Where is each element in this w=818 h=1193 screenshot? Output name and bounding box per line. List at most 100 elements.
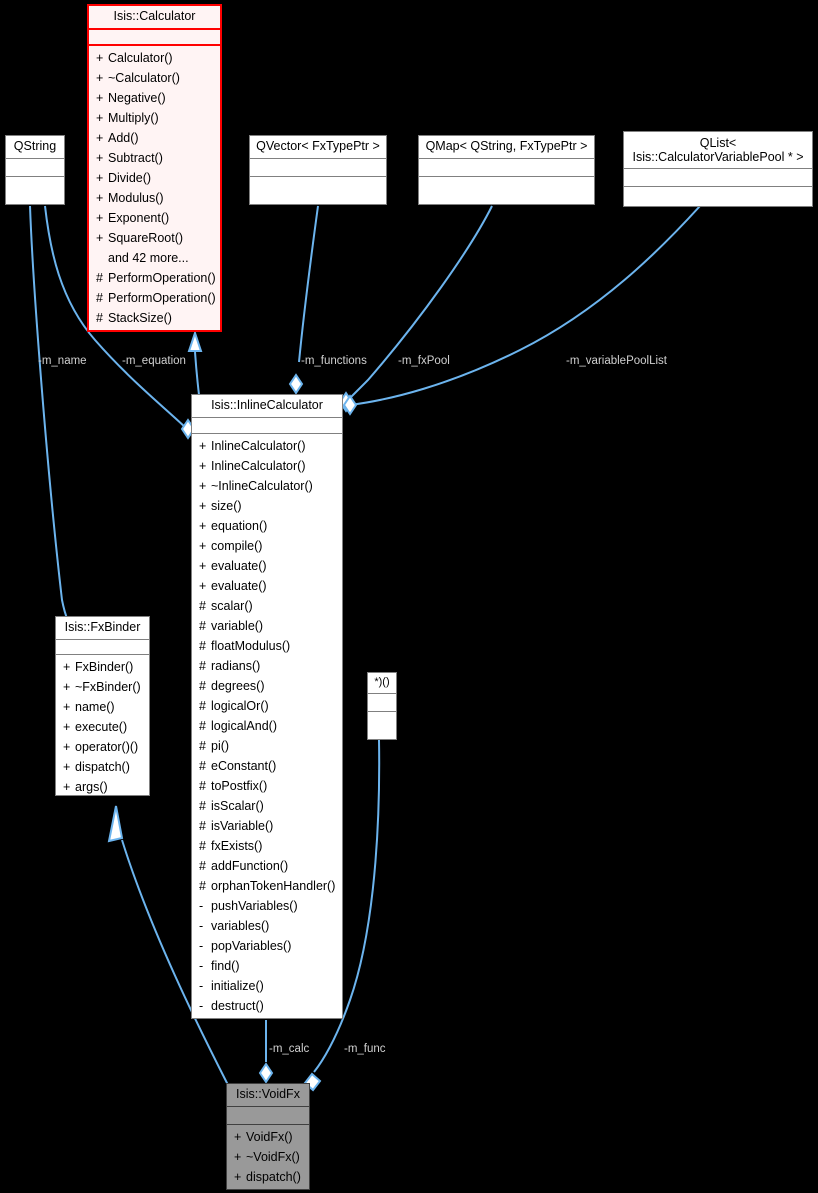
operation-label: evaluate() bbox=[211, 559, 267, 573]
visibility-marker: # bbox=[96, 311, 103, 325]
operation-label: scalar() bbox=[211, 599, 253, 613]
class-title-qmap-qstring-fxtypeptr: QMap< QString, FxTypePtr > bbox=[419, 136, 594, 159]
visibility-marker: # bbox=[199, 719, 206, 733]
class-operation-row: + Modulus() bbox=[89, 188, 220, 208]
class-title-qlist-calculatorvariablepool: QList< Isis::CalculatorVariablePool * > bbox=[624, 132, 812, 169]
visibility-marker: # bbox=[96, 291, 103, 305]
edge-label-m-variablepoollist: -m_variablePoolList bbox=[566, 355, 667, 367]
class-operation-row: + Calculator() bbox=[89, 48, 220, 68]
visibility-marker: + bbox=[96, 191, 104, 205]
operation-label: ~Calculator() bbox=[108, 71, 180, 85]
visibility-marker: # bbox=[96, 271, 103, 285]
class-node-qlist-calculatorvariablepool[interactable]: QList< Isis::CalculatorVariablePool * > bbox=[623, 131, 813, 207]
class-operation-row: # addFunction() bbox=[192, 856, 342, 876]
operation-label: isVariable() bbox=[211, 819, 274, 833]
inheritance-arrow-fxbinder bbox=[107, 805, 124, 843]
operation-label: orphanTokenHandler() bbox=[211, 879, 336, 893]
operation-label: fxExists() bbox=[211, 839, 263, 853]
class-operation-row: # toPostfix() bbox=[192, 776, 342, 796]
class-operations-isis-inlinecalculator: + InlineCalculator() + InlineCalculator() + ~… bbox=[192, 434, 342, 1018]
visibility-marker: # bbox=[199, 699, 206, 713]
class-operation-row: # eConstant() bbox=[192, 756, 342, 776]
class-operation-row: + equation() bbox=[192, 516, 342, 536]
visibility-marker: - bbox=[199, 979, 204, 993]
operation-label: addFunction() bbox=[211, 859, 289, 873]
operation-label: ~VoidFx() bbox=[246, 1150, 300, 1164]
operation-label: isScalar() bbox=[211, 799, 264, 813]
operation-label: StackSize() bbox=[108, 311, 172, 325]
class-operation-row: # scalar() bbox=[192, 596, 342, 616]
visibility-marker: # bbox=[199, 679, 206, 693]
class-operation-row: # floatModulus() bbox=[192, 636, 342, 656]
visibility-marker: + bbox=[96, 171, 104, 185]
operation-label: ~FxBinder() bbox=[75, 680, 141, 694]
operation-label: Negative() bbox=[108, 91, 166, 105]
visibility-marker: # bbox=[199, 639, 206, 653]
edge-label-m-name: -m_name bbox=[38, 355, 87, 367]
class-operation-row: and 42 more... bbox=[89, 248, 220, 268]
class-node-isis-calculator[interactable]: Isis::Calculator + Calculator() + ~Calculat… bbox=[87, 4, 222, 332]
class-node-qmap-qstring-fxtypeptr[interactable]: QMap< QString, FxTypePtr > bbox=[418, 135, 595, 205]
class-node-isis-voidfx[interactable]: Isis::VoidFx + VoidFx() + ~VoidFx() + dispatc… bbox=[226, 1083, 310, 1190]
operation-label: radians() bbox=[211, 659, 261, 673]
visibility-marker: # bbox=[199, 659, 206, 673]
operation-label: size() bbox=[211, 499, 242, 513]
class-operation-row: # orphanTokenHandler() bbox=[192, 876, 342, 896]
operation-label: find() bbox=[211, 959, 240, 973]
visibility-marker: # bbox=[199, 739, 206, 753]
visibility-marker: # bbox=[199, 779, 206, 793]
class-operation-row: + Exponent() bbox=[89, 208, 220, 228]
operation-label: logicalAnd() bbox=[211, 719, 278, 733]
aggregation-diamond-m_functions bbox=[288, 373, 304, 395]
visibility-marker: + bbox=[96, 211, 104, 225]
class-node-qvector-fxtypeptr[interactable]: QVector< FxTypePtr > bbox=[249, 135, 387, 205]
class-operation-row: + args() bbox=[56, 777, 149, 797]
visibility-marker: + bbox=[199, 479, 207, 493]
class-operation-row: + operator()() bbox=[56, 737, 149, 757]
class-attributes-isis-fxbinder bbox=[56, 640, 149, 655]
class-title-qstring: QString bbox=[6, 136, 64, 159]
visibility-marker: + bbox=[199, 559, 207, 573]
class-operation-row: + Subtract() bbox=[89, 148, 220, 168]
class-node-isis-inlinecalculator[interactable]: Isis::InlineCalculator + InlineCalculator… bbox=[191, 394, 343, 1019]
operation-label: Divide() bbox=[108, 171, 152, 185]
operation-label: pi() bbox=[211, 739, 230, 753]
operation-label: eConstant() bbox=[211, 759, 277, 773]
visibility-marker: + bbox=[63, 760, 71, 774]
class-operations-function-pointer bbox=[368, 712, 396, 739]
uml-class-diagram: -m_name -m_equation -m_functions -m_fxPo… bbox=[0, 0, 818, 1193]
inheritance-arrow-calculator bbox=[187, 329, 203, 352]
visibility-marker: + bbox=[96, 131, 104, 145]
visibility-marker: + bbox=[96, 51, 104, 65]
visibility-marker: # bbox=[199, 879, 206, 893]
visibility-marker: # bbox=[199, 759, 206, 773]
class-operation-row: - popVariables() bbox=[192, 936, 342, 956]
class-attributes-isis-calculator bbox=[89, 30, 220, 46]
visibility-marker: + bbox=[63, 720, 71, 734]
visibility-marker: - bbox=[199, 959, 204, 973]
visibility-marker: + bbox=[96, 111, 104, 125]
operation-label: variable() bbox=[211, 619, 264, 633]
class-node-isis-fxbinder[interactable]: Isis::FxBinder + FxBinder() + ~FxBinder() + n… bbox=[55, 616, 150, 796]
class-node-qstring[interactable]: QString bbox=[5, 135, 65, 205]
visibility-marker: - bbox=[199, 999, 204, 1013]
class-operation-row: + evaluate() bbox=[192, 576, 342, 596]
visibility-marker: # bbox=[199, 819, 206, 833]
class-operation-row: # isScalar() bbox=[192, 796, 342, 816]
class-title-isis-voidfx: Isis::VoidFx bbox=[227, 1084, 309, 1107]
operation-label: Add() bbox=[108, 131, 139, 145]
operation-label: operator()() bbox=[75, 740, 139, 754]
operation-label: degrees() bbox=[211, 679, 265, 693]
operation-label: destruct() bbox=[211, 999, 264, 1013]
visibility-marker: + bbox=[96, 151, 104, 165]
class-operation-row: + evaluate() bbox=[192, 556, 342, 576]
edge-label-m-func: -m_func bbox=[344, 1043, 386, 1055]
operation-label: FxBinder() bbox=[75, 660, 134, 674]
class-node-function-pointer[interactable]: *)() bbox=[367, 672, 397, 740]
visibility-marker: + bbox=[63, 780, 71, 794]
class-operation-row: + ~InlineCalculator() bbox=[192, 476, 342, 496]
class-operation-row: + ~VoidFx() bbox=[227, 1147, 309, 1167]
operation-label: initialize() bbox=[211, 979, 264, 993]
visibility-marker: # bbox=[199, 859, 206, 873]
operation-label: Calculator() bbox=[108, 51, 173, 65]
